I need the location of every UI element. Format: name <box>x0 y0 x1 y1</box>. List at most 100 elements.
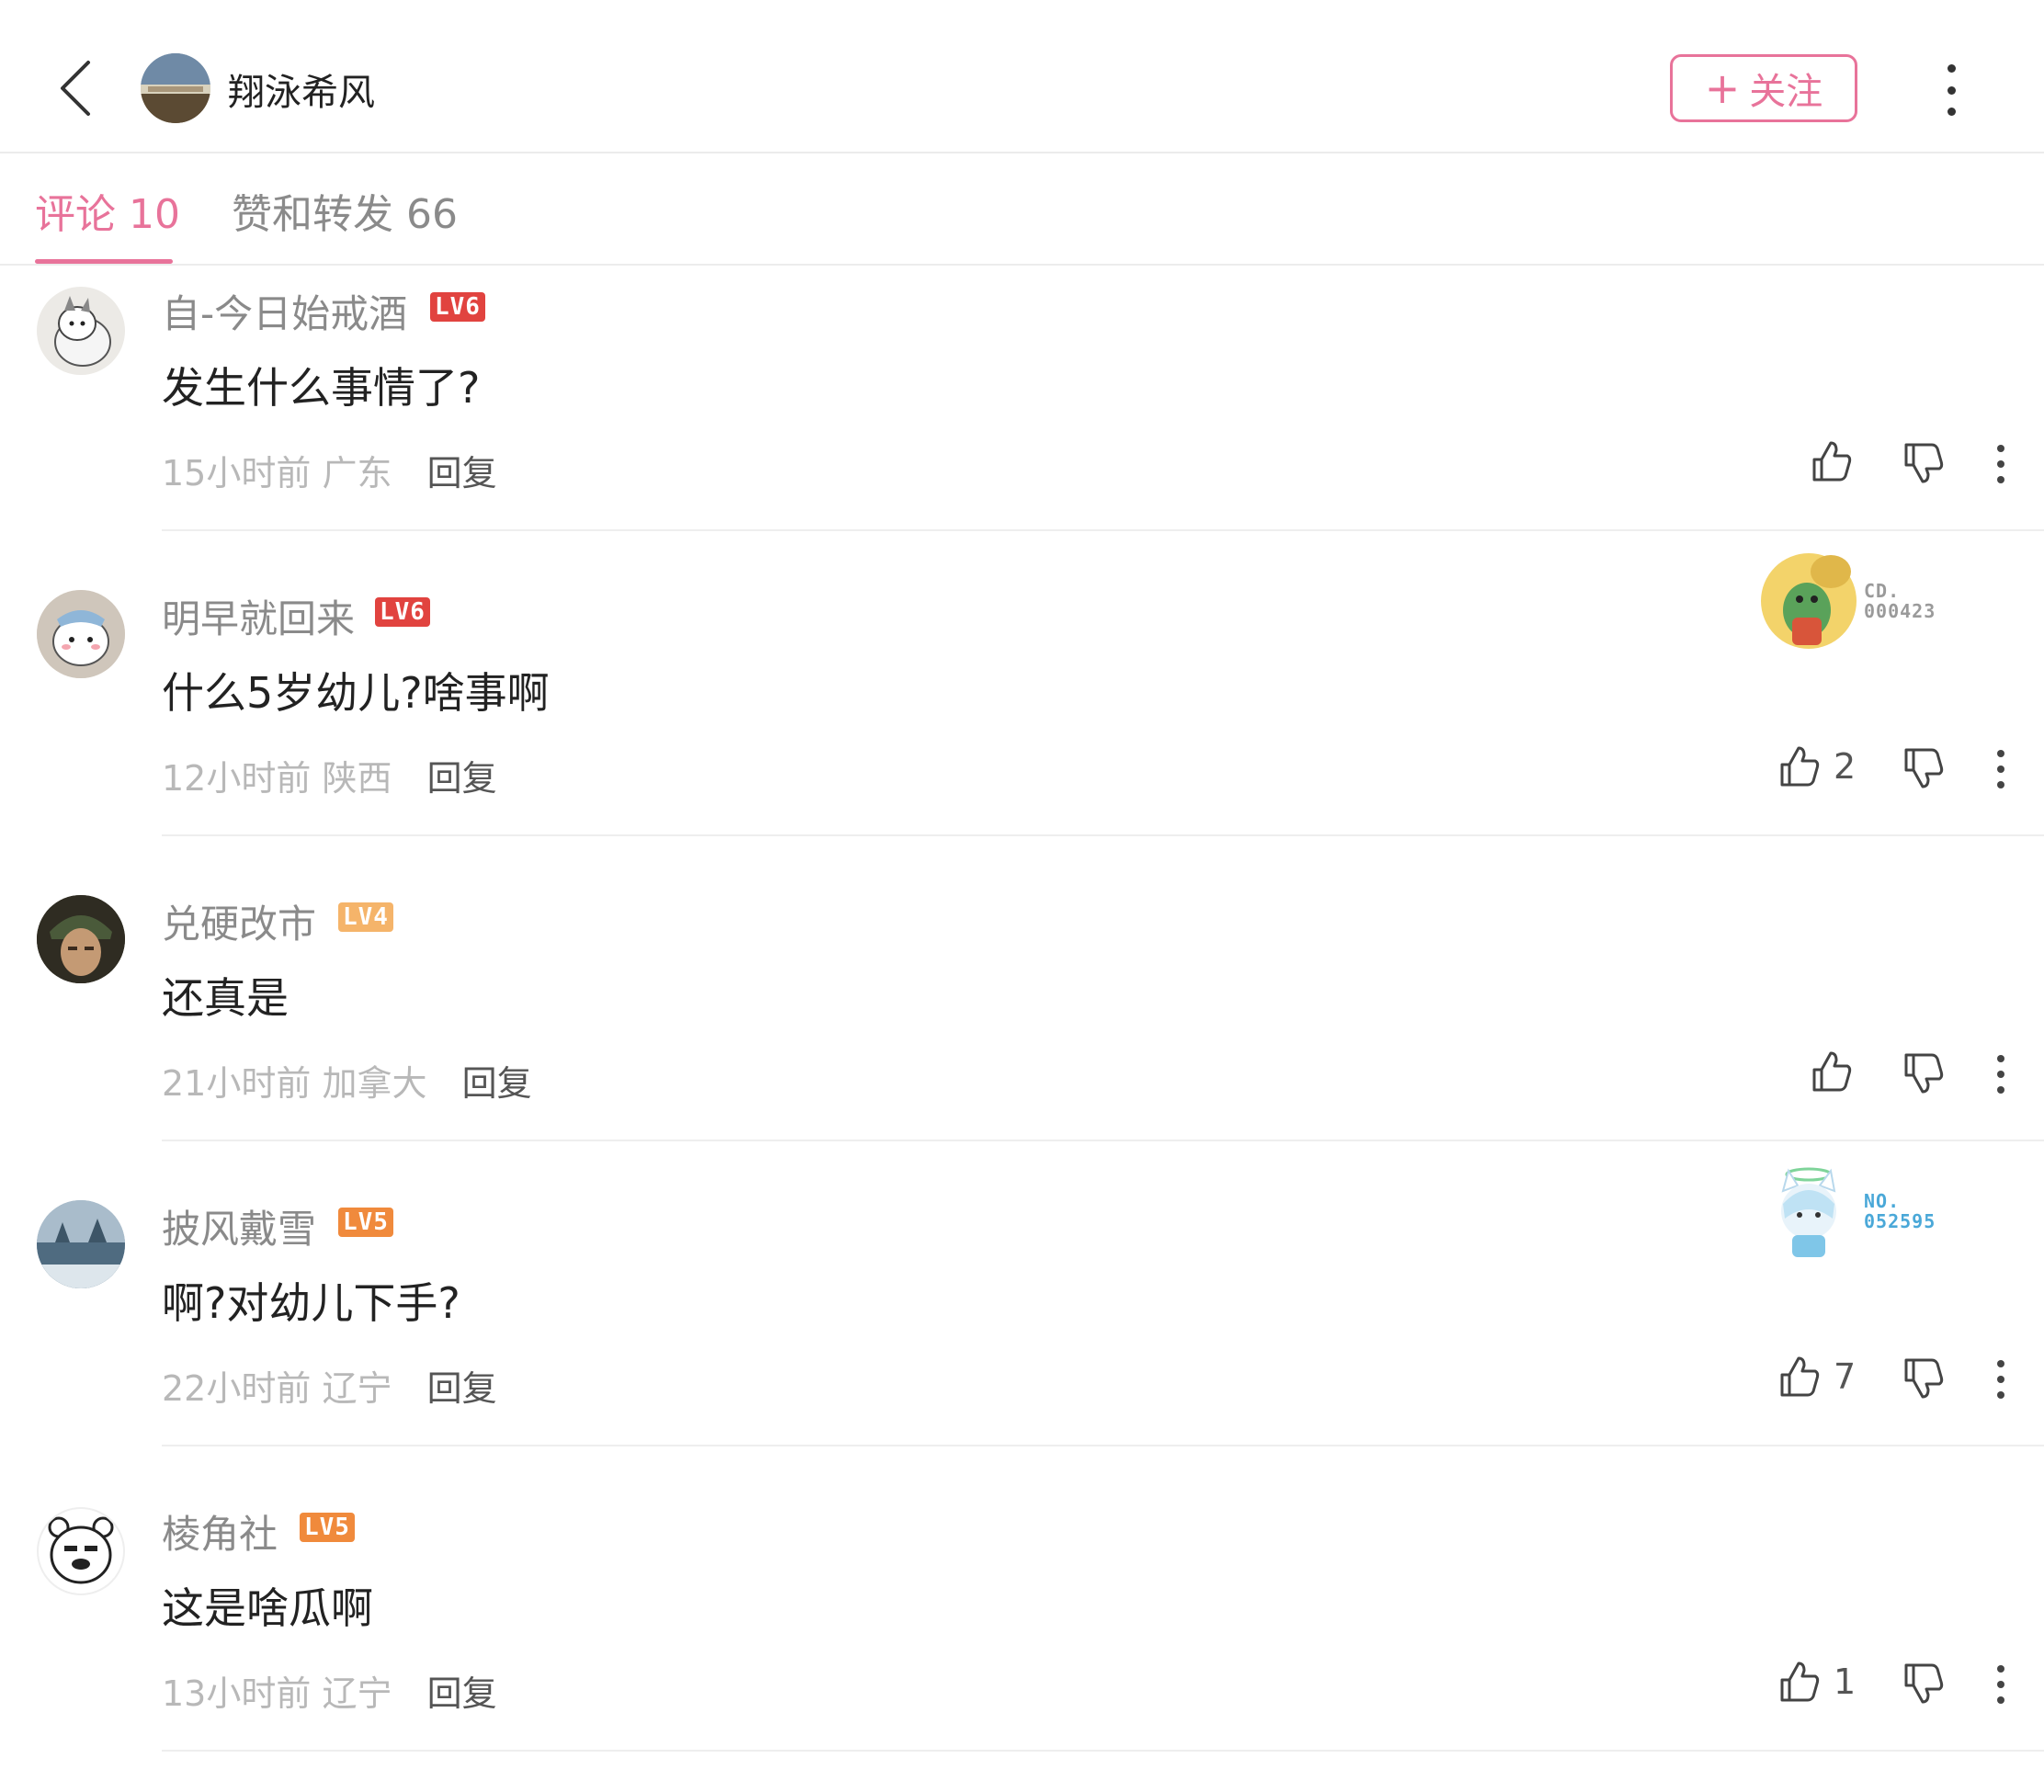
thumbs-up-icon <box>1780 1356 1820 1397</box>
reply-button[interactable]: 回复 <box>427 453 497 493</box>
plus-icon: + <box>1704 63 1741 113</box>
top-bar: 翔泳希风 + 关注 <box>0 0 2044 153</box>
thumbs-up-icon <box>1780 746 1820 787</box>
comment-meta: 22小时前 辽宁 回复 <box>162 1360 497 1411</box>
comment-item: 兑硬改市 LV4 还真是 21小时前 加拿大 回复 <box>0 877 2044 1182</box>
author-name[interactable]: 翔泳希风 <box>228 62 375 116</box>
comment-more-button[interactable] <box>1996 750 2005 788</box>
comment-location: 辽宁 <box>322 1368 392 1409</box>
fan-badge-image <box>1761 553 1857 649</box>
comment-more-button[interactable] <box>1996 1055 2005 1094</box>
dot-icon <box>1997 1665 2004 1673</box>
user-avatar[interactable] <box>37 287 125 375</box>
comment-location: 辽宁 <box>322 1673 392 1714</box>
dot-icon <box>1997 1681 2004 1688</box>
like-button[interactable]: 1 <box>1778 1660 1856 1704</box>
dot-icon <box>1947 85 1956 95</box>
like-count: 7 <box>1834 1356 1857 1397</box>
comment-location: 陕西 <box>322 758 392 799</box>
more-options-button[interactable] <box>1937 64 1965 116</box>
tab-likes-reposts[interactable]: 赞和转发 66 <box>232 181 458 240</box>
author-avatar[interactable] <box>141 53 210 123</box>
comment-item: 披风戴雪 LV5 啊?对幼儿下手? 22小时前 辽宁 回复 NO. 052595… <box>0 1167 2044 1487</box>
dot-icon <box>1997 445 2004 452</box>
comment-location: 广东 <box>322 453 392 493</box>
comment-divider <box>162 834 2044 836</box>
comment-username[interactable]: 明早就回来 <box>162 588 355 644</box>
comment-more-button[interactable] <box>1996 445 2005 483</box>
dislike-button[interactable] <box>1902 1662 1945 1709</box>
dislike-button[interactable] <box>1902 1356 1945 1404</box>
thumbs-down-icon <box>1904 1358 1944 1399</box>
level-badge: LV6 <box>430 292 485 322</box>
fan-badge: NO. 052595 <box>1755 1154 1958 1265</box>
reply-button[interactable]: 回复 <box>427 758 497 799</box>
fan-badge-number: CD. 000423 <box>1864 580 1936 622</box>
user-avatar[interactable] <box>37 590 125 678</box>
like-button[interactable] <box>1811 439 1866 483</box>
dot-icon <box>1997 1055 2004 1062</box>
comment-more-button[interactable] <box>1996 1665 2005 1704</box>
comment-text: 还真是 <box>162 973 289 1023</box>
like-count: 1 <box>1834 1662 1857 1702</box>
comment-more-button[interactable] <box>1996 1360 2005 1399</box>
dislike-button[interactable] <box>1902 441 1945 489</box>
comment-username[interactable]: 棱角社 <box>162 1503 278 1559</box>
like-button[interactable]: 7 <box>1778 1355 1856 1399</box>
dot-icon <box>1997 766 2004 773</box>
follow-label: 关注 <box>1749 71 1823 113</box>
comment-text: 发生什么事情了? <box>162 363 481 413</box>
reply-button[interactable]: 回复 <box>427 1673 497 1714</box>
user-avatar[interactable] <box>37 895 125 983</box>
thumbs-down-icon <box>1904 1053 1944 1094</box>
dot-icon <box>1947 64 1956 73</box>
comment-time: 12小时前 <box>162 758 312 799</box>
like-count: 2 <box>1834 746 1857 787</box>
dot-icon <box>1997 1071 2004 1078</box>
thumbs-up-icon <box>1812 1051 1852 1092</box>
like-button[interactable] <box>1811 1049 1866 1094</box>
level-badge: LV4 <box>338 902 393 932</box>
comment-text: 这是啥瓜啊 <box>162 1583 373 1633</box>
comment-username[interactable]: 披风戴雪 <box>162 1198 316 1254</box>
active-tab-indicator <box>35 259 173 264</box>
dot-icon <box>1997 1360 2004 1367</box>
tab-comments[interactable]: 评论 10 <box>35 181 180 240</box>
thumbs-down-icon <box>1904 748 1944 788</box>
back-button[interactable] <box>53 55 99 121</box>
dot-icon <box>1997 476 2004 483</box>
comment-meta: 15小时前 广东 回复 <box>162 445 497 495</box>
comment-text: 什么5岁幼儿?啥事啊 <box>162 668 550 718</box>
user-avatar[interactable] <box>37 1200 125 1288</box>
comment-divider <box>162 529 2044 531</box>
thumbs-up-icon <box>1812 441 1852 482</box>
level-badge: LV5 <box>338 1208 393 1237</box>
back-arrow-icon <box>61 61 90 116</box>
fan-badge: CD. 000423 <box>1755 544 1958 654</box>
fan-badge-image <box>1781 1167 1836 1257</box>
reply-button[interactable]: 回复 <box>427 1368 497 1409</box>
tab-bar: 评论 10 赞和转发 66 <box>0 153 2044 266</box>
dot-icon <box>1997 781 2004 788</box>
comment-text: 啊?对幼儿下手? <box>162 1278 460 1328</box>
dot-icon <box>1947 108 1956 116</box>
dislike-button[interactable] <box>1902 746 1945 794</box>
comment-meta: 12小时前 陕西 回复 <box>162 750 497 800</box>
comment-location: 加拿大 <box>322 1063 427 1104</box>
level-badge: LV6 <box>375 597 430 627</box>
comment-divider <box>162 1750 2044 1752</box>
comment-item: 棱角社 LV5 这是啥瓜啊 13小时前 辽宁 回复 1 <box>0 1487 2044 1792</box>
comment-item: 自-今日始戒酒 LV6 发生什么事情了? 15小时前 广东 回复 <box>0 267 2044 572</box>
follow-button[interactable]: + 关注 <box>1670 54 1857 122</box>
dot-icon <box>1997 1086 2004 1094</box>
comment-username[interactable]: 自-今日始戒酒 <box>162 283 407 339</box>
dot-icon <box>1997 750 2004 757</box>
comment-meta: 13小时前 辽宁 回复 <box>162 1665 497 1716</box>
comment-time: 15小时前 <box>162 453 312 493</box>
user-avatar[interactable] <box>37 1507 125 1595</box>
reply-button[interactable]: 回复 <box>462 1063 532 1104</box>
dislike-button[interactable] <box>1902 1051 1945 1099</box>
comment-time: 22小时前 <box>162 1368 312 1409</box>
like-button[interactable]: 2 <box>1778 744 1856 788</box>
comment-username[interactable]: 兑硬改市 <box>162 893 316 949</box>
